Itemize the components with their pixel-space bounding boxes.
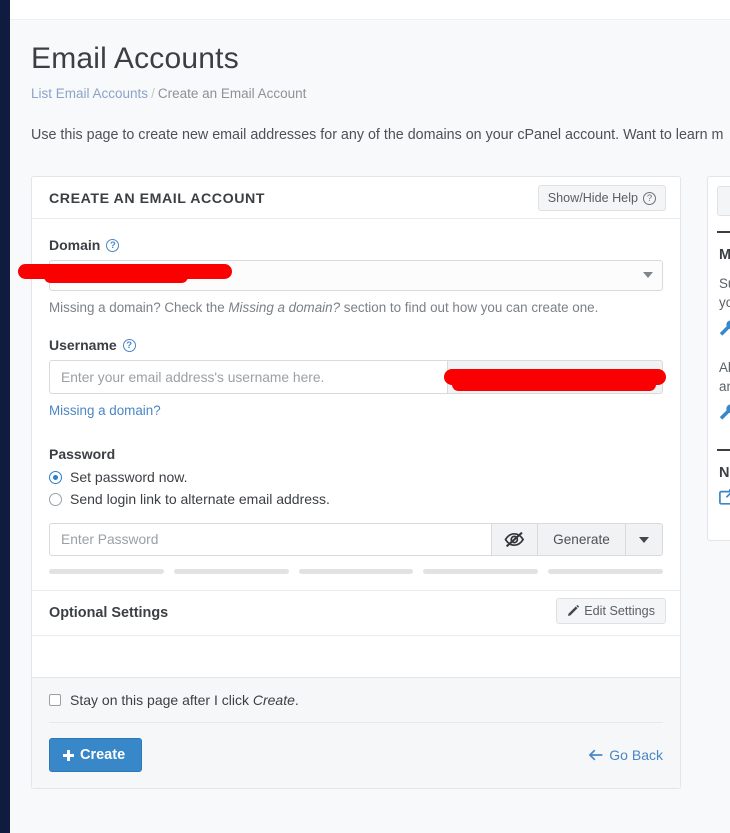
stay-text-before: Stay on this page after I click bbox=[70, 692, 253, 708]
password-strength-meter bbox=[49, 569, 663, 574]
generate-password-options-button[interactable] bbox=[625, 523, 663, 556]
chevron-down-icon bbox=[643, 272, 653, 278]
eye-slash-icon bbox=[504, 531, 525, 548]
sidebar-action-1[interactable] bbox=[708, 312, 730, 347]
generate-password-label: Generate bbox=[553, 532, 610, 547]
strength-segment bbox=[423, 569, 539, 574]
optional-settings-header: Optional Settings Edit Settings bbox=[32, 590, 680, 635]
sidebar-text-1: Su yo bbox=[708, 263, 730, 312]
redaction-mark-domain bbox=[44, 270, 188, 283]
breadcrumb-separator: / bbox=[151, 86, 155, 101]
sidebar-text-1a: Su bbox=[719, 276, 730, 291]
password-option-send-link[interactable]: Send login link to alternate email addre… bbox=[49, 491, 663, 507]
stay-text-after: . bbox=[294, 692, 299, 708]
page-title: Email Accounts bbox=[31, 42, 239, 75]
optional-settings-body bbox=[32, 635, 680, 677]
domain-hint-italic: Missing a domain? bbox=[228, 300, 341, 315]
card-footer: Stay on this page after I click Create. … bbox=[32, 677, 680, 788]
sidebar-text-2a: Ali bbox=[719, 360, 730, 375]
domain-hint: Missing a domain? Check the Missing a do… bbox=[49, 300, 663, 315]
external-link-icon bbox=[719, 489, 730, 505]
username-label-row: Username ? bbox=[49, 337, 663, 353]
edit-settings-button[interactable]: Edit Settings bbox=[556, 598, 666, 624]
password-input-group: Generate bbox=[49, 523, 663, 556]
left-nav-rail[interactable] bbox=[0, 0, 10, 833]
breadcrumb-link-list-email-accounts[interactable]: List Email Accounts bbox=[31, 86, 148, 101]
sidebar-heading-1: M bbox=[719, 247, 730, 263]
footer-divider bbox=[49, 722, 663, 723]
sidebar-text-2b: an bbox=[719, 379, 730, 394]
toggle-password-visibility-button[interactable] bbox=[491, 523, 537, 556]
redaction-mark-username-domain bbox=[452, 378, 656, 391]
radio-set-password-now[interactable] bbox=[49, 470, 62, 484]
domain-hint-after: section to find out how you can create o… bbox=[340, 300, 599, 315]
wrench-icon bbox=[719, 404, 730, 420]
stay-on-page-row[interactable]: Stay on this page after I click Create. bbox=[49, 692, 663, 708]
sidebar-top-control[interactable] bbox=[708, 177, 730, 225]
password-option-set-now[interactable]: Set password now. bbox=[49, 469, 663, 485]
domain-hint-before: Missing a domain? Check the bbox=[49, 300, 229, 315]
sidebar-text-2: Ali an bbox=[708, 347, 730, 396]
breadcrumb-current: Create an Email Account bbox=[157, 86, 307, 101]
pencil-icon bbox=[568, 605, 580, 616]
radio-set-password-now-label: Set password now. bbox=[70, 469, 188, 485]
screen: Email Accounts List Email Accounts / Creat… bbox=[0, 0, 730, 833]
sidebar-panel: M Su yo Ali an N bbox=[707, 176, 730, 541]
password-label: Password bbox=[49, 446, 116, 462]
card-header: CREATE AN EMAIL ACCOUNT Show/Hide Help ? bbox=[32, 177, 680, 219]
sidebar-action-3[interactable] bbox=[708, 481, 730, 520]
sidebar-heading-2: N bbox=[719, 465, 730, 481]
password-label-row: Password bbox=[49, 446, 663, 462]
arrow-left-icon bbox=[588, 749, 603, 761]
breadcrumb: List Email Accounts / Create an Email Acco… bbox=[10, 76, 730, 101]
missing-domain-link-row: Missing a domain? bbox=[49, 402, 663, 420]
generate-password-button[interactable]: Generate bbox=[537, 523, 625, 556]
sidebar-action-2[interactable] bbox=[708, 396, 730, 431]
question-circle-icon[interactable]: ? bbox=[106, 238, 120, 252]
strength-segment bbox=[548, 569, 663, 574]
create-button-label: Create bbox=[80, 747, 126, 763]
sidebar-box[interactable] bbox=[717, 186, 730, 216]
strength-segment bbox=[298, 569, 414, 574]
missing-a-domain-link[interactable]: Missing a domain? bbox=[49, 403, 161, 418]
stay-on-page-label: Stay on this page after I click Create. bbox=[70, 692, 299, 708]
show-hide-help-button[interactable]: Show/Hide Help ? bbox=[537, 185, 666, 211]
card-title: CREATE AN EMAIL ACCOUNT bbox=[49, 191, 265, 207]
username-label: Username bbox=[49, 337, 117, 353]
page-intro-text: Use this page to create new email addres… bbox=[31, 127, 724, 143]
question-circle-icon[interactable]: ? bbox=[122, 338, 136, 352]
radio-send-login-link-label: Send login link to alternate email addre… bbox=[70, 491, 330, 507]
wrench-icon bbox=[719, 320, 730, 336]
footer-button-row: Create Go Back bbox=[49, 738, 663, 772]
domain-label-row: Domain ? bbox=[49, 237, 663, 253]
edit-settings-label: Edit Settings bbox=[584, 604, 655, 618]
plus-icon bbox=[63, 749, 74, 761]
go-back-label: Go Back bbox=[609, 747, 663, 763]
stay-text-italic: Create bbox=[252, 692, 295, 708]
strength-segment bbox=[173, 569, 289, 574]
radio-send-login-link[interactable] bbox=[49, 492, 62, 506]
strength-segment bbox=[49, 569, 164, 574]
domain-label: Domain bbox=[49, 237, 101, 253]
optional-settings-title: Optional Settings bbox=[49, 605, 169, 621]
username-input[interactable] bbox=[49, 360, 447, 394]
go-back-link[interactable]: Go Back bbox=[588, 747, 663, 763]
create-button[interactable]: Create bbox=[49, 738, 143, 772]
question-circle-icon: ? bbox=[643, 191, 656, 205]
stay-on-page-checkbox[interactable] bbox=[49, 694, 61, 706]
page-content: Email Accounts List Email Accounts / Creat… bbox=[10, 20, 730, 833]
show-hide-help-label: Show/Hide Help bbox=[547, 191, 638, 205]
sidebar-text-1b: yo bbox=[719, 295, 730, 310]
password-input[interactable] bbox=[49, 523, 491, 556]
caret-down-icon bbox=[639, 536, 649, 543]
browser-top-bar bbox=[0, 0, 730, 20]
